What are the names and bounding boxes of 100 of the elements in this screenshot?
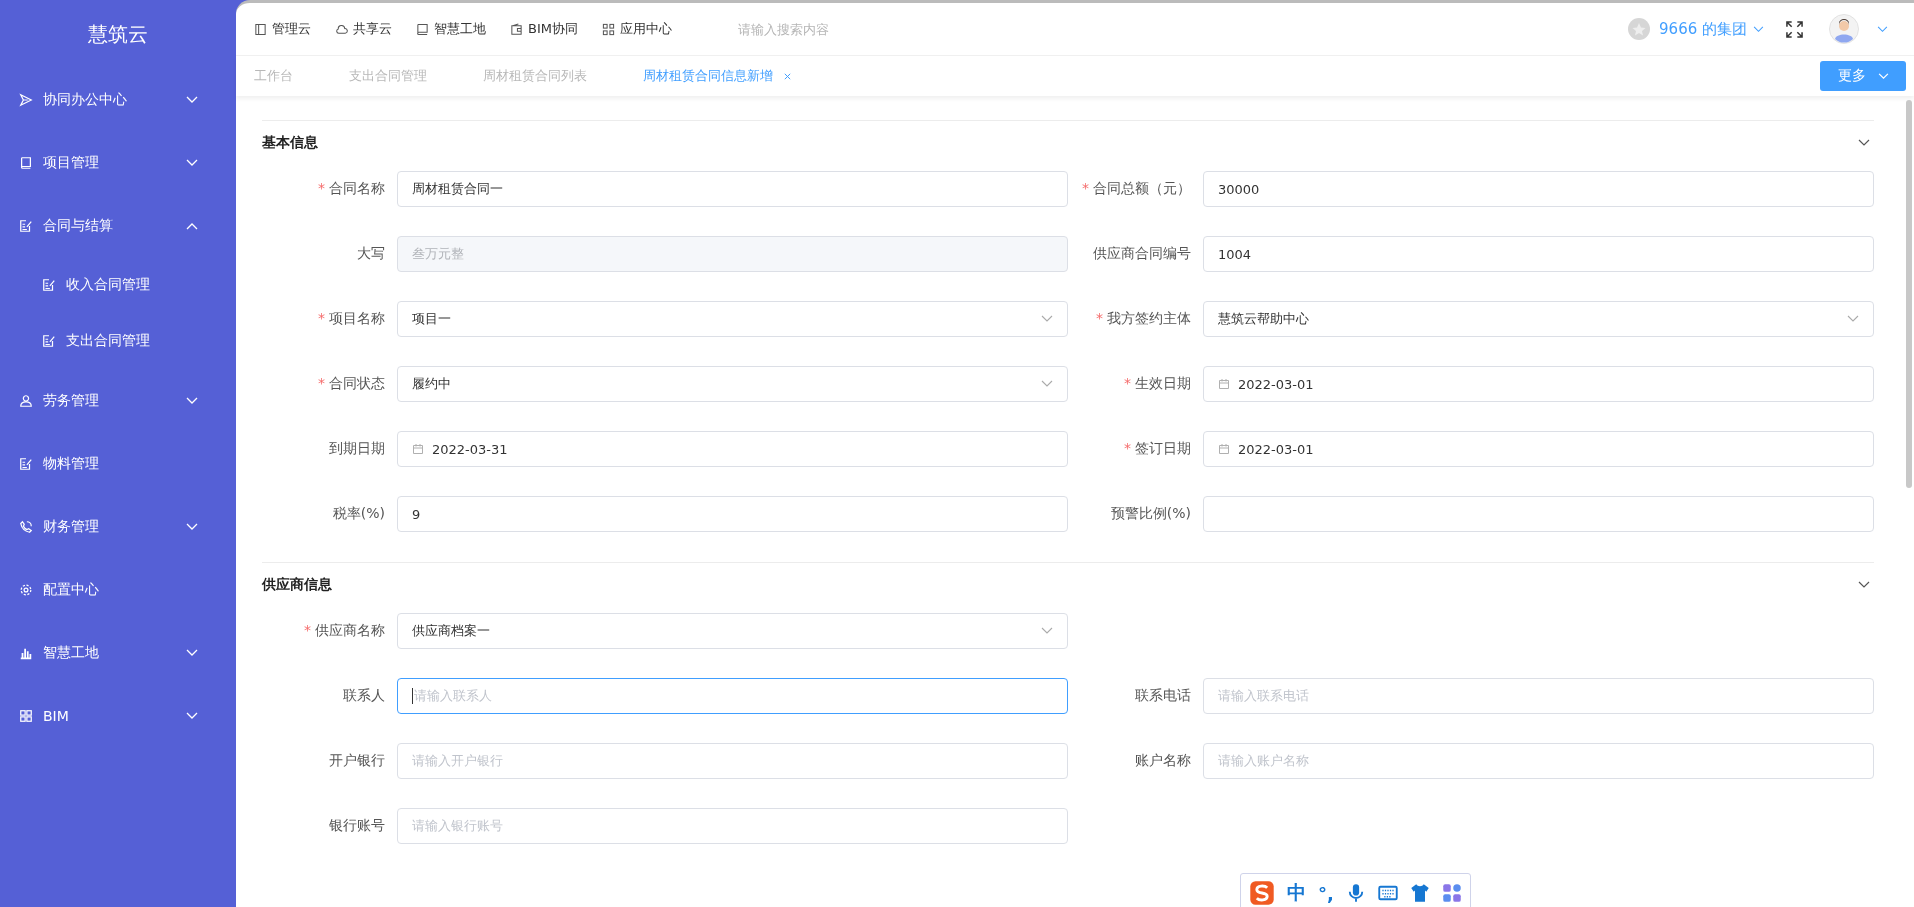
date-field[interactable]: 2022-03-31 (397, 431, 1068, 467)
top-nav-link[interactable]: 共享云 (335, 20, 392, 38)
required-mark: * (1124, 375, 1131, 391)
collapse-caret-icon[interactable] (1858, 581, 1870, 589)
sidebar-item[interactable]: 智慧工地 (0, 621, 236, 684)
gear-icon (19, 582, 33, 597)
required-mark: * (318, 375, 325, 391)
caret-down-icon (1041, 380, 1053, 388)
sidebar-item-label: 财务管理 (43, 517, 100, 536)
field-label: 联系电话 (1135, 687, 1191, 703)
caret-down-icon (186, 711, 198, 720)
input-field[interactable]: 9 (397, 496, 1068, 532)
caret-down-icon (1847, 315, 1859, 323)
document-icon (42, 278, 56, 292)
sidebar-item-label: 配置中心 (43, 580, 100, 599)
caret-down-icon (186, 158, 198, 167)
sidebar-item[interactable]: 物料管理 (0, 432, 236, 495)
field-label: 账户名称 (1135, 752, 1191, 768)
search-field[interactable]: 请输入搜索内容 (735, 20, 940, 38)
select-field[interactable]: 供应商档案一 (397, 613, 1068, 649)
required-mark: * (1096, 310, 1103, 326)
send-icon (19, 92, 33, 107)
field-label: 大写 (357, 245, 385, 261)
sidebar-item[interactable]: 财务管理 (0, 495, 236, 558)
select-field[interactable]: 履约中 (397, 366, 1068, 402)
select-field[interactable]: 慧筑云帮助中心 (1203, 301, 1874, 337)
more-button[interactable]: 更多 (1820, 61, 1906, 91)
sidebar-item[interactable]: 合同与结算 (0, 194, 236, 257)
top-nav-link[interactable]: 管理云 (254, 20, 311, 38)
input-field[interactable] (1203, 496, 1874, 532)
input-field[interactable]: 1004 (1203, 236, 1874, 272)
wallet-icon (510, 22, 523, 36)
caret-down-icon (186, 648, 198, 657)
apps-grid-icon[interactable] (1441, 883, 1462, 903)
calendar-icon (412, 443, 424, 455)
field-label: 到期日期 (329, 440, 385, 456)
close-icon[interactable] (783, 71, 792, 81)
field-label: 开户银行 (329, 752, 385, 768)
app-logo-text: 慧筑云 (87, 20, 149, 48)
field-label: 联系人 (343, 687, 385, 703)
ime-logo-icon[interactable] (1249, 880, 1275, 906)
caret-down-icon (186, 522, 198, 531)
select-field[interactable]: 项目一 (397, 301, 1068, 337)
ime-mode[interactable]: 中 (1287, 880, 1306, 906)
sidebar-item-label: 协同办公中心 (43, 90, 128, 109)
organization-badge-icon (1627, 17, 1652, 41)
field-label: 项目名称 (329, 310, 385, 326)
field-label: 我方签约主体 (1107, 310, 1191, 326)
panel-icon (254, 22, 267, 36)
caret-down-icon (1041, 315, 1053, 323)
caret-down-icon[interactable] (1877, 25, 1888, 33)
field-label: 预警比例(%) (1110, 505, 1191, 521)
doc-icon (19, 218, 33, 233)
fullscreen-icon[interactable] (1786, 20, 1803, 38)
doc-icon (19, 456, 33, 471)
required-mark: * (318, 310, 325, 326)
sidebar-item-label: 项目管理 (43, 153, 100, 172)
keyboard-icon[interactable] (1377, 883, 1398, 903)
phone-icon (19, 519, 33, 534)
input-field[interactable]: 周材租赁合同一 (397, 171, 1068, 207)
sidebar-item[interactable]: 劳务管理 (0, 369, 236, 432)
sidebar-item-label: BIM (43, 707, 70, 724)
field-label: 银行账号 (329, 817, 385, 833)
sidebar-item[interactable]: BIM (0, 684, 236, 747)
organization-dropdown[interactable]: 9666 的集团 (1659, 19, 1764, 39)
caret-up-icon (186, 221, 198, 230)
grid-icon (601, 22, 615, 36)
collapse-caret-icon[interactable] (1858, 139, 1870, 147)
top-nav-link[interactable]: 智慧工地 (416, 20, 486, 38)
input-field[interactable]: 30000 (1203, 171, 1874, 207)
date-field[interactable]: 2022-03-01 (1203, 366, 1874, 402)
field-label: 供应商名称 (315, 622, 385, 638)
sidebar-subitem-label: 支出合同管理 (66, 332, 150, 350)
field-label: 合同总额（元） (1093, 180, 1191, 196)
field-label: 税率(%) (332, 505, 385, 521)
required-mark: * (1124, 440, 1131, 456)
ime-punctuation[interactable]: °, (1318, 882, 1334, 904)
document-icon (42, 334, 56, 348)
field-label: 生效日期 (1135, 375, 1191, 391)
field-label: 合同名称 (329, 180, 385, 196)
sidebar-item-label: 劳务管理 (43, 391, 100, 410)
field-label: 签订日期 (1135, 440, 1191, 456)
field-label: 合同状态 (329, 375, 385, 391)
sidebar-item[interactable]: 项目管理 (0, 131, 236, 194)
caret-down-icon (186, 95, 198, 104)
date-field[interactable]: 2022-03-01 (1203, 431, 1874, 467)
book-icon (416, 22, 429, 36)
sidebar-item[interactable]: 配置中心 (0, 558, 236, 621)
grid-icon (19, 708, 33, 723)
page-tab[interactable]: 周材租赁合同信息新增 (643, 67, 792, 85)
sidebar-item[interactable]: 协同办公中心 (0, 68, 236, 131)
shirt-icon[interactable] (1409, 883, 1430, 903)
required-mark: * (318, 180, 325, 196)
sidebar-subitem[interactable]: 支出合同管理 (0, 313, 236, 369)
top-nav-link[interactable]: BIM协同 (510, 20, 578, 38)
calendar-icon (1218, 443, 1230, 455)
user-avatar-icon[interactable] (1829, 14, 1859, 44)
top-nav-link[interactable]: 应用中心 (601, 20, 672, 38)
book-icon (19, 155, 33, 170)
sidebar-subitem[interactable]: 收入合同管理 (0, 257, 236, 313)
